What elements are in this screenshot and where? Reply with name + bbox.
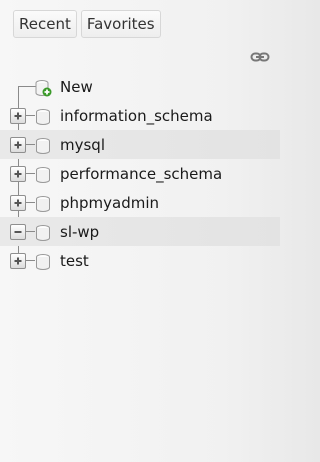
database-icon (36, 196, 50, 212)
database-icon (36, 138, 50, 154)
expand-icon[interactable] (10, 166, 26, 182)
tree-row-new[interactable]: New (0, 72, 280, 101)
link-icon[interactable] (250, 50, 270, 64)
favorites-tab[interactable]: Favorites (80, 10, 161, 38)
database-tree: New information_schemamysql performance_s… (0, 72, 280, 275)
expand-icon[interactable] (10, 195, 26, 211)
recent-tab[interactable]: Recent (13, 10, 77, 38)
new-database-icon (35, 80, 52, 97)
expand-icon[interactable] (10, 137, 26, 153)
tree-row-database[interactable]: information_schema (0, 101, 280, 130)
database-icon (36, 254, 50, 270)
tree-row-database[interactable]: sl-wp (0, 217, 280, 246)
database-label[interactable]: test (60, 252, 89, 270)
database-icon (36, 109, 50, 125)
database-icon (36, 167, 50, 183)
new-database-label[interactable]: New (60, 78, 93, 96)
expand-icon[interactable] (10, 108, 26, 124)
database-label[interactable]: mysql (60, 136, 105, 154)
database-icon (36, 225, 50, 241)
collapse-icon[interactable] (10, 224, 26, 240)
tree-row-database[interactable]: phpmyadmin (0, 188, 280, 217)
database-label[interactable]: performance_schema (60, 165, 222, 183)
navigation-tabs: Recent Favorites (13, 10, 161, 38)
database-label[interactable]: sl-wp (60, 223, 99, 241)
database-label[interactable]: information_schema (60, 107, 213, 125)
tree-row-database[interactable]: performance_schema (0, 159, 280, 188)
database-label[interactable]: phpmyadmin (60, 194, 159, 212)
tree-row-database[interactable]: test (0, 246, 280, 275)
expand-icon[interactable] (10, 253, 26, 269)
tree-row-database[interactable]: mysql (0, 130, 280, 159)
